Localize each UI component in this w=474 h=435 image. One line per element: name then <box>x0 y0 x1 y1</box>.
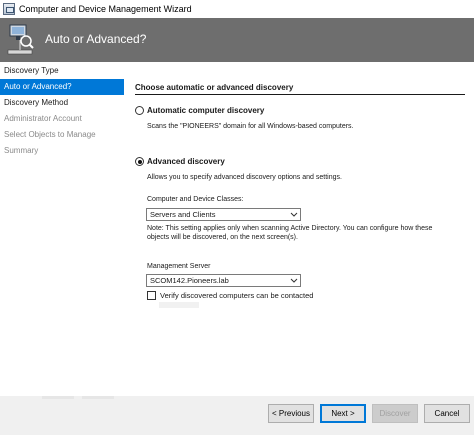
wizard-steps-nav: Discovery Type Auto or Advanced? Discove… <box>0 62 128 435</box>
nav-step-administrator-account: Administrator Account <box>4 114 82 123</box>
section-heading: Choose automatic or advanced discovery <box>135 83 294 92</box>
nav-step-select-objects: Select Objects to Manage <box>4 130 96 139</box>
chevron-down-icon <box>290 212 298 217</box>
discover-button: Discover <box>372 404 418 423</box>
nav-step-auto-or-advanced[interactable]: Auto or Advanced? <box>0 79 124 95</box>
window-title: Computer and Device Management Wizard <box>19 4 192 14</box>
advanced-discovery-description: Allows you to specify advanced discovery… <box>147 174 342 181</box>
next-button[interactable]: Next > <box>320 404 366 423</box>
management-server-label: Management Server <box>147 263 211 270</box>
verify-contact-checkbox[interactable] <box>147 291 156 300</box>
title-bar: Computer and Device Management Wizard <box>0 0 474 18</box>
wizard-header: Auto or Advanced? <box>0 18 474 62</box>
automatic-discovery-description: Scans the "PIONEERS" domain for all Wind… <box>147 123 354 130</box>
device-classes-label: Computer and Device Classes: <box>147 196 244 203</box>
heading-divider <box>135 94 465 95</box>
device-classes-value: Servers and Clients <box>150 210 216 219</box>
verify-contact-label: Verify discovered computers can be conta… <box>160 291 314 300</box>
automatic-discovery-label: Automatic computer discovery <box>147 106 265 115</box>
device-classes-dropdown[interactable]: Servers and Clients <box>146 208 301 221</box>
automatic-discovery-radio[interactable] <box>135 106 144 115</box>
nav-step-discovery-method[interactable]: Discovery Method <box>0 95 128 111</box>
faint-placeholder <box>42 396 74 399</box>
note-line-2: objects will be discovered, on the next … <box>147 234 298 241</box>
page-title: Auto or Advanced? <box>45 32 147 46</box>
advanced-discovery-label: Advanced discovery <box>147 157 225 166</box>
app-icon <box>3 3 15 15</box>
computer-search-icon <box>7 24 34 55</box>
faint-placeholder <box>159 302 199 308</box>
wizard-content: Choose automatic or advanced discovery A… <box>128 62 474 396</box>
previous-button[interactable]: < Previous <box>268 404 314 423</box>
faint-placeholder <box>82 396 114 399</box>
management-server-value: SCOM142.Pioneers.lab <box>150 276 229 285</box>
advanced-discovery-radio[interactable] <box>135 157 144 166</box>
automatic-discovery-option[interactable]: Automatic computer discovery <box>135 106 264 115</box>
chevron-down-icon <box>290 278 298 283</box>
management-server-dropdown[interactable]: SCOM142.Pioneers.lab <box>146 274 301 287</box>
cancel-button[interactable]: Cancel <box>424 404 470 423</box>
advanced-discovery-option[interactable]: Advanced discovery <box>135 157 225 166</box>
wizard-footer: < Previous Next > Discover Cancel <box>0 396 474 435</box>
nav-step-discovery-type[interactable]: Discovery Type <box>0 63 128 79</box>
verify-contact-option[interactable]: Verify discovered computers can be conta… <box>147 291 313 300</box>
nav-step-summary: Summary <box>4 146 39 155</box>
